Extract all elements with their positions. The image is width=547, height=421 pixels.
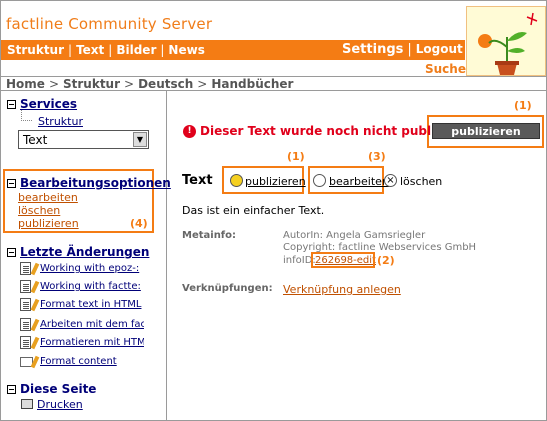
- app-title: factline Community Server: [6, 15, 213, 33]
- breadcrumb-separator: >: [197, 77, 208, 91]
- document-icon: [20, 318, 31, 331]
- collapse-icon[interactable]: [7, 179, 16, 188]
- main-nav: Struktur | Text | Bilder | News: [7, 43, 205, 57]
- publish-button[interactable]: publizieren: [432, 123, 540, 139]
- print-link[interactable]: Drucken: [37, 398, 83, 411]
- recent-item-label[interactable]: Arbeiten mit dem fac: [40, 319, 144, 330]
- settings-link[interactable]: Settings: [342, 42, 403, 57]
- services-select[interactable]: Text ▼: [18, 130, 149, 149]
- option-publizieren[interactable]: publizieren: [18, 217, 79, 230]
- bearbeitung-title[interactable]: Bearbeitungsoptionen: [20, 176, 171, 190]
- warning-icon: !: [183, 125, 196, 138]
- search-link[interactable]: Suche: [425, 62, 466, 76]
- nav-separator: |: [108, 43, 113, 57]
- delete-action-link[interactable]: löschen: [400, 175, 442, 188]
- factline-logo: [466, 6, 546, 76]
- edit-icon[interactable]: [313, 174, 326, 187]
- breadcrumb-separator: >: [124, 77, 135, 91]
- services-title[interactable]: Services: [20, 97, 77, 111]
- breadcrumb-handbuecher[interactable]: Handbücher: [211, 77, 293, 91]
- option-bearbeiten[interactable]: bearbeiten: [18, 191, 78, 204]
- callout-label-1: (1): [514, 99, 532, 112]
- divider: [1, 90, 546, 91]
- publish-action-link[interactable]: publizieren: [245, 175, 306, 188]
- callout-frame-infoid: [311, 252, 375, 268]
- delete-icon[interactable]: ×: [384, 174, 397, 187]
- printer-icon: [21, 399, 33, 409]
- callout-label-1: (1): [287, 150, 305, 163]
- logout-link[interactable]: Logout: [416, 42, 463, 56]
- services-select-value: Text: [23, 133, 48, 147]
- breadcrumb-separator: >: [48, 77, 59, 91]
- services-struktur-link[interactable]: Struktur: [38, 115, 83, 128]
- nav-separator: |: [160, 43, 165, 57]
- document-icon: [20, 298, 31, 311]
- links-label: Verknüpfungen:: [182, 283, 273, 294]
- recent-item-label[interactable]: Working with factte:: [40, 281, 144, 292]
- nav-item-bilder[interactable]: Bilder: [116, 43, 156, 57]
- collapse-icon[interactable]: [7, 385, 16, 394]
- edit-action-link[interactable]: bearbeiten: [329, 175, 389, 188]
- recent-title[interactable]: Letzte Änderungen: [20, 245, 149, 259]
- nav-item-struktur[interactable]: Struktur: [7, 43, 64, 57]
- tree-branch-icon: [21, 110, 32, 121]
- callout-label-2: (2): [377, 254, 395, 267]
- recent-item-label[interactable]: Format content: [40, 356, 144, 367]
- page-section-title: Diese Seite: [20, 382, 97, 396]
- sidebar-divider: [166, 91, 167, 420]
- recent-item-label[interactable]: Formatieren mit HTM: [40, 337, 144, 348]
- collapse-icon[interactable]: [7, 100, 16, 109]
- document-icon: [20, 262, 31, 275]
- user-nav: Settings | Logout: [342, 42, 463, 57]
- nav-separator: |: [68, 43, 73, 57]
- breadcrumb-home[interactable]: Home: [6, 77, 45, 91]
- publish-icon[interactable]: [230, 174, 243, 187]
- metainfo-author: AutorIn: Angela Gamsriegler: [283, 230, 426, 241]
- breadcrumb: Home > Struktur > Deutsch > Handbücher: [6, 77, 293, 91]
- plant-logo-icon: [467, 7, 545, 75]
- recent-item-label[interactable]: Working with epoz-:: [40, 263, 144, 274]
- document-icon: [20, 336, 31, 349]
- content-type-heading: Text: [182, 173, 213, 188]
- chevron-down-icon[interactable]: ▼: [133, 132, 147, 147]
- nav-item-text[interactable]: Text: [76, 43, 104, 57]
- callout-label-4: (4): [130, 217, 148, 230]
- collapse-icon[interactable]: [7, 248, 16, 257]
- create-link-action[interactable]: Verknüpfung anlegen: [283, 283, 401, 296]
- document-icon: [20, 280, 31, 293]
- recent-item-label[interactable]: Format text in HTML: [40, 299, 144, 310]
- metainfo-label: Metainfo:: [182, 230, 237, 241]
- breadcrumb-deutsch[interactable]: Deutsch: [138, 77, 193, 91]
- breadcrumb-struktur[interactable]: Struktur: [63, 77, 120, 91]
- content-description: Das ist ein einfacher Text.: [182, 204, 325, 217]
- nav-item-news[interactable]: News: [168, 43, 204, 57]
- option-loeschen[interactable]: löschen: [18, 204, 60, 217]
- callout-label-3: (3): [368, 150, 386, 163]
- nav-separator: |: [407, 42, 412, 57]
- unpublished-warning: Dieser Text wurde noch nicht publiziert;: [200, 124, 471, 138]
